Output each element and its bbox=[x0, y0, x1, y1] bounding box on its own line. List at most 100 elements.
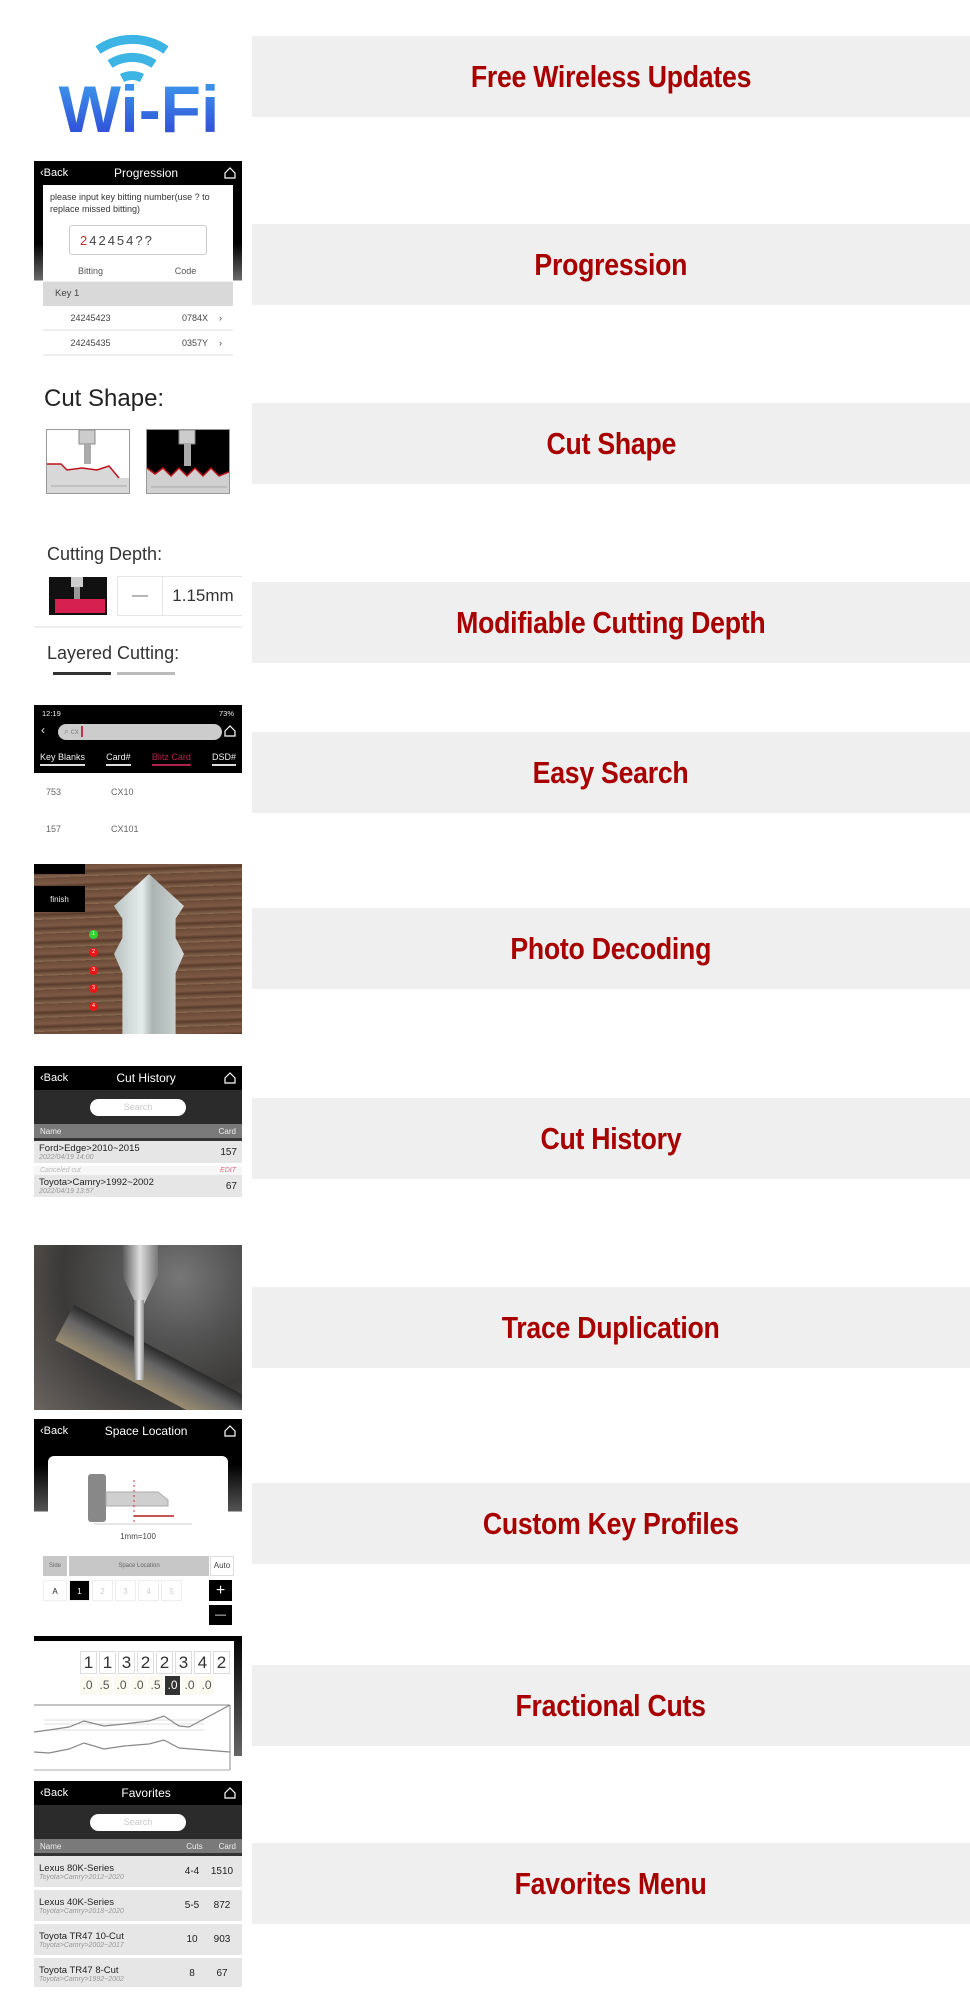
cut-point-marker[interactable]: 3 bbox=[89, 966, 98, 975]
back-button[interactable]: ‹Back bbox=[40, 167, 68, 179]
space-cell[interactable]: 2 bbox=[92, 1580, 113, 1601]
cut-digit[interactable]: 1 bbox=[99, 1651, 116, 1674]
layer-option-active[interactable] bbox=[53, 672, 111, 675]
edit-button[interactable]: EDIT bbox=[220, 1167, 236, 1174]
add-button[interactable]: + bbox=[209, 1580, 232, 1601]
table-header: Bitting Code bbox=[43, 261, 233, 282]
bitting-input[interactable]: 242454?? bbox=[69, 225, 207, 255]
fractional-cuts-screenshot: 11322342 .0.5.0.0.5.0.0.0 bbox=[34, 1636, 242, 1776]
app-header: ‹Back Cut History bbox=[34, 1066, 242, 1090]
col-name: Name bbox=[40, 1126, 62, 1136]
search-header: 12:19 73% ‹ ⌕ cx Key Blanks Card# Blitz … bbox=[34, 705, 242, 773]
cut-shape-option-flat[interactable] bbox=[46, 429, 130, 494]
remove-button[interactable]: — bbox=[209, 1605, 232, 1625]
cut-digit[interactable]: 3 bbox=[118, 1651, 135, 1674]
space-table-header: Side Space Location Auto bbox=[43, 1556, 234, 1576]
table-row[interactable]: Ford>Edge>2010~2015 2022/04/19 14:00 157 bbox=[34, 1141, 242, 1166]
search-input[interactable]: Search bbox=[90, 1813, 186, 1831]
cutting-depth-label: Cutting Depth: bbox=[47, 544, 163, 564]
cutting-depth-screenshot: Cutting Depth: — 1.15mm Layered Cutting: bbox=[34, 530, 242, 690]
cut-digit[interactable]: 4 bbox=[194, 1651, 211, 1674]
cut-fraction[interactable]: .0 bbox=[114, 1676, 129, 1695]
layer-option[interactable] bbox=[117, 672, 175, 675]
app-header: ‹Back Space Location bbox=[34, 1419, 242, 1443]
back-chevron-icon[interactable]: ‹ bbox=[41, 723, 45, 737]
cut-digit[interactable]: 3 bbox=[175, 1651, 192, 1674]
upper-profile-line bbox=[34, 1704, 231, 1733]
search-input[interactable]: Search bbox=[90, 1098, 186, 1116]
table-row[interactable]: Toyota>Camry>1992~2002 2022/04/19 13:57 6… bbox=[34, 1175, 242, 1200]
col-code: Code bbox=[174, 266, 197, 276]
cut-point-marker[interactable]: 3 bbox=[89, 984, 98, 993]
wifi-logo-text: Wi-Fi bbox=[59, 72, 220, 138]
depth-value-field[interactable]: 1.15mm bbox=[162, 576, 242, 616]
feature-banner-cut-history: Cut History bbox=[252, 1098, 970, 1179]
back-button[interactable]: ‹Back bbox=[40, 1072, 68, 1084]
finish-button[interactable]: finish bbox=[34, 886, 85, 912]
feature-title: Trace Duplication bbox=[502, 1309, 720, 1345]
app-header: ‹Back Favorites bbox=[34, 1781, 242, 1805]
search-icon: ⌕ bbox=[64, 727, 69, 736]
cut-digit[interactable]: 2 bbox=[156, 1651, 173, 1674]
canceled-row: Canceled cut EDIT bbox=[34, 1166, 242, 1175]
tracer-shaft bbox=[134, 1300, 144, 1380]
chevron-right-icon: › bbox=[219, 312, 222, 323]
key-cut-illustration-icon bbox=[47, 430, 129, 493]
feature-title: Progression bbox=[534, 246, 688, 282]
tab-blitz-card[interactable]: Blitz Card bbox=[151, 752, 191, 766]
home-icon[interactable] bbox=[224, 167, 236, 179]
space-cell[interactable]: 4 bbox=[138, 1580, 159, 1601]
feature-banner-progression: Progression bbox=[252, 224, 970, 305]
home-icon[interactable] bbox=[224, 1787, 236, 1799]
cut-fractions: .0.5.0.0.5.0.0.0 bbox=[80, 1676, 216, 1695]
depth-decrease-button[interactable]: — bbox=[117, 576, 163, 616]
cut-fraction[interactable]: .0 bbox=[131, 1676, 146, 1695]
space-cell[interactable]: 3 bbox=[115, 1580, 136, 1601]
cut-shape-option-wave[interactable] bbox=[146, 429, 230, 494]
tab-card[interactable]: Card# bbox=[106, 752, 131, 766]
back-button[interactable]: ‹Back bbox=[40, 1787, 68, 1799]
cut-digit[interactable]: 2 bbox=[213, 1651, 230, 1674]
home-icon[interactable] bbox=[224, 725, 236, 737]
cut-point-marker[interactable]: 1 bbox=[89, 930, 98, 939]
space-cell[interactable]: 1 bbox=[69, 1580, 90, 1601]
cut-point-marker[interactable]: 2 bbox=[89, 948, 98, 957]
home-icon[interactable] bbox=[224, 1425, 236, 1437]
cut-digit[interactable]: 2 bbox=[137, 1651, 154, 1674]
home-icon[interactable] bbox=[224, 1072, 236, 1084]
cut-digit[interactable]: 1 bbox=[80, 1651, 97, 1674]
cut-shape-label: Cut Shape: bbox=[44, 385, 165, 412]
tab-dsd[interactable]: DSD# bbox=[211, 752, 236, 766]
cut-fraction[interactable]: .0 bbox=[182, 1676, 197, 1695]
feature-banner-cutting-depth: Modifiable Cutting Depth bbox=[252, 582, 970, 663]
feature-banner-custom-key-profiles: Custom Key Profiles bbox=[252, 1483, 970, 1564]
bitting-card: please input key bitting number(use ? to… bbox=[43, 185, 233, 356]
cut-point-marker[interactable]: 4 bbox=[89, 1002, 98, 1011]
cut-fraction[interactable]: .0 bbox=[80, 1676, 95, 1695]
feature-title: Easy Search bbox=[533, 754, 689, 790]
list-item[interactable]: 753 CX10 bbox=[34, 773, 242, 810]
list-item[interactable]: 157 CX101 bbox=[34, 810, 242, 847]
cut-fraction[interactable]: .5 bbox=[148, 1676, 163, 1695]
app-header: ‹Back Progression bbox=[34, 161, 242, 185]
cut-fraction[interactable]: .0 bbox=[165, 1676, 180, 1695]
space-cell[interactable]: 5 bbox=[161, 1580, 182, 1601]
table-row[interactable]: Lexus 40K-Series Toyota>Camry>2018~2020 5-… bbox=[34, 1890, 242, 1924]
table-row[interactable]: 24245423 0784X › bbox=[43, 306, 233, 331]
search-input[interactable]: ⌕ cx bbox=[58, 724, 222, 740]
table-row[interactable]: Toyota TR47 8-Cut Toyota>Camry>1992~2002 8… bbox=[34, 1958, 242, 1987]
table-row[interactable]: Toyota TR47 10-Cut Toyota>Camry>2002~2017… bbox=[34, 1924, 242, 1958]
feature-banner-favorites-menu: Favorites Menu bbox=[252, 1843, 970, 1924]
auto-button[interactable]: Auto bbox=[210, 1556, 234, 1576]
space-cells: A 1 2 3 4 5 bbox=[43, 1580, 184, 1601]
easy-search-screenshot: 12:19 73% ‹ ⌕ cx Key Blanks Card# Blitz … bbox=[34, 705, 242, 850]
table-row[interactable]: 24245435 0357Y › bbox=[43, 331, 233, 356]
cut-fraction[interactable]: .5 bbox=[97, 1676, 112, 1695]
table-row[interactable]: Lexus 80K-Series Toyota>Camry>2012~2020 4-… bbox=[34, 1856, 242, 1890]
cut-fraction[interactable]: .0 bbox=[199, 1676, 214, 1695]
back-button[interactable]: ‹Back bbox=[40, 1425, 68, 1437]
depth-illustration-icon bbox=[49, 577, 107, 615]
tab-key-blanks[interactable]: Key Blanks bbox=[40, 752, 86, 766]
col-space-location: Space Location bbox=[69, 1556, 209, 1576]
key-group: Key 1 bbox=[43, 282, 233, 306]
